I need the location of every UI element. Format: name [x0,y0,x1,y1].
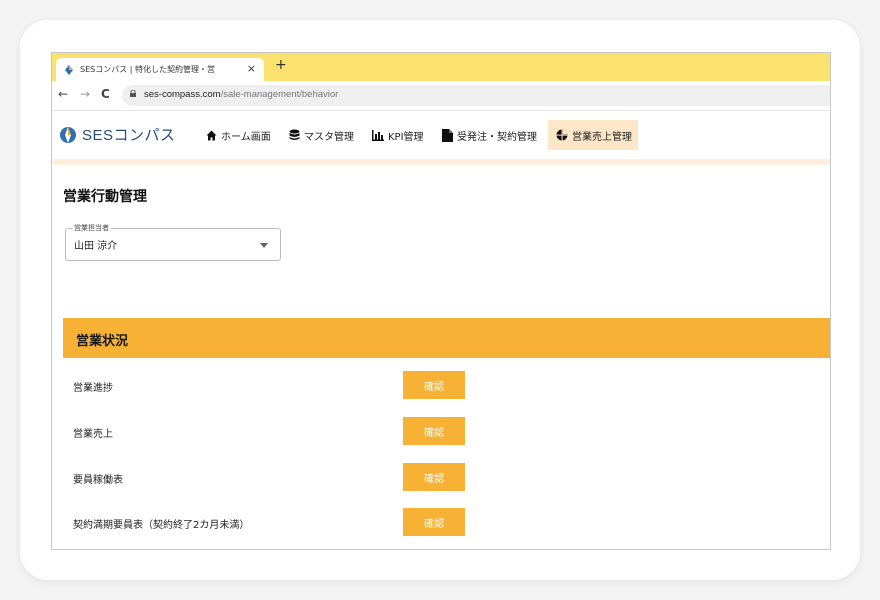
forward-icon[interactable]: → [80,87,90,101]
browser-tab[interactable]: SESコンパス | 特化した契約管理・営 × [56,58,264,81]
tab-strip: SESコンパス | 特化した契約管理・営 × + [52,53,830,81]
new-tab-icon[interactable]: + [275,57,287,73]
row-label-contract-expiry: 契約満期要員表（契約終了2カ月未満） [73,520,250,531]
lock-icon [130,90,136,97]
url-path: /sale-management/behavior [220,89,339,100]
reload-icon[interactable]: C [101,87,110,101]
home-icon [206,130,217,140]
nav-item-label: 受発注・契約管理 [457,131,537,143]
browser-toolbar: ← → C ses-compass.com/sale-management/be… [52,81,830,111]
page-title: 営業行動管理 [63,189,147,205]
row-label-utilization: 要員稼働表 [73,475,123,486]
header-divider [52,159,830,165]
url-text: ses-compass.com/sale-management/behavior [144,89,338,100]
row-label-progress: 営業進捗 [73,383,113,394]
assignee-select[interactable]: 営業担当者 山田 涼介 [65,223,281,261]
nav-item-label: 営業売上管理 [572,131,632,143]
nav-item-label: マスタ管理 [304,131,354,143]
url-host: ses-compass.com [144,89,221,100]
tab-close-icon[interactable]: × [247,62,256,75]
compass-logo-icon [60,126,76,143]
address-bar[interactable]: ses-compass.com/sale-management/behavior [122,85,830,106]
caret-down-icon [260,243,268,248]
bar-chart-icon [372,129,384,141]
logo[interactable]: SESコンパス [58,124,176,145]
nav-item-home[interactable]: ホーム画面 [206,120,271,150]
pie-chart-icon [556,129,568,141]
app-header: SESコンパス ホーム画面 マスタ管理 KPI管理 受発注・契約管理 営業売上管… [52,111,830,159]
compass-favicon-icon [65,64,73,75]
browser-window: SESコンパス | 特化した契約管理・営 × + ← → C ses-compa… [51,52,831,550]
progress-confirm-button[interactable]: 確認 [403,371,465,399]
contract-expiry-confirm-button[interactable]: 確認 [403,508,465,536]
section-title: 営業状況 [76,334,129,349]
assignee-select-label: 営業担当者 [72,223,111,233]
sales-confirm-button[interactable]: 確認 [403,417,465,445]
nav-item-label: ホーム画面 [221,131,271,143]
tab-title: SESコンパス | 特化した契約管理・営 [80,65,215,74]
document-icon [442,128,453,142]
back-icon[interactable]: ← [58,87,68,101]
nav-item-label: KPI管理 [388,131,424,143]
assignee-select-value: 山田 涼介 [74,241,118,252]
nav-item-master[interactable]: マスタ管理 [289,120,354,150]
nav-item-kpi[interactable]: KPI管理 [372,120,424,150]
database-icon [289,129,300,140]
logo-text: SESコンパス [82,127,176,144]
utilization-confirm-button[interactable]: 確認 [403,463,465,491]
nav-item-sales[interactable]: 営業売上管理 [548,120,638,150]
section-header: 営業状況 [63,318,830,358]
nav-item-contracts[interactable]: 受発注・契約管理 [442,120,537,150]
row-label-sales: 営業売上 [73,429,113,440]
